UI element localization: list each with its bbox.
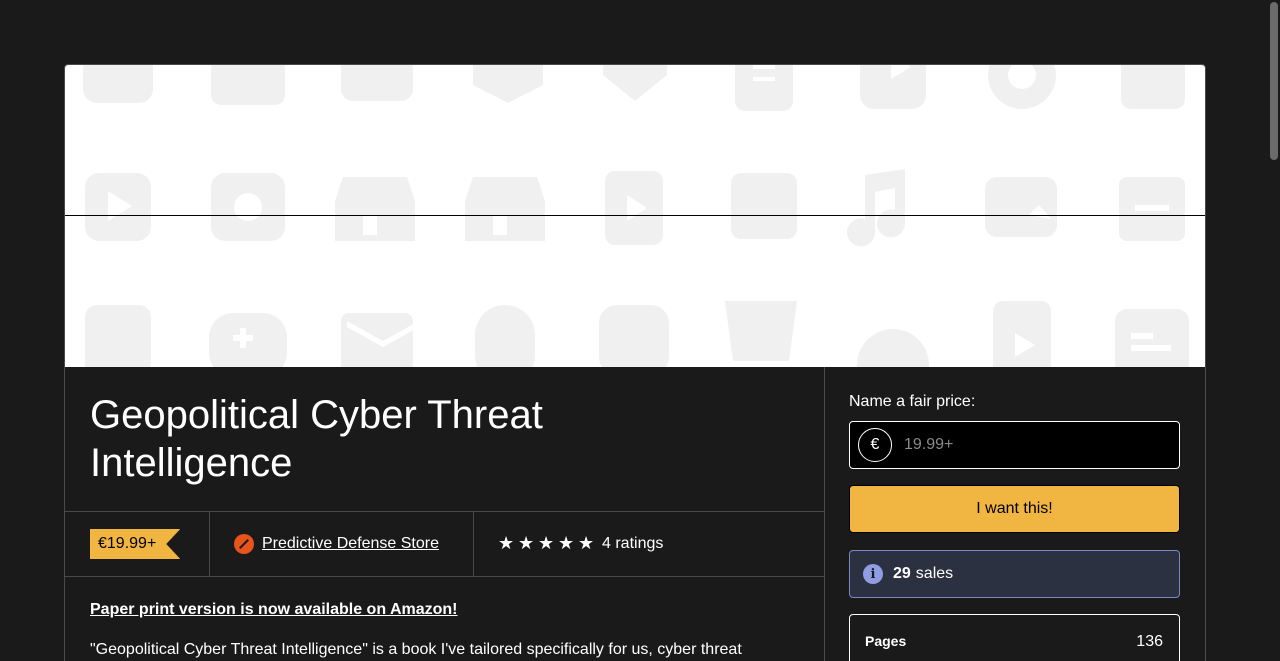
description-intro: "Geopolitical Cyber Threat Intelligence"… bbox=[90, 641, 742, 658]
price-input-wrapper: € bbox=[849, 421, 1180, 469]
amazon-print-link[interactable]: Paper print version is now available on … bbox=[90, 601, 458, 619]
info-icon: i bbox=[863, 564, 883, 584]
product-title-line-2: Intelligence bbox=[90, 441, 293, 485]
star-icon: ★ bbox=[578, 533, 595, 554]
ratings-count[interactable]: 4 ratings bbox=[602, 535, 663, 553]
cover-icon-pattern bbox=[83, 65, 1189, 367]
product-details-table: Pages 136 bbox=[849, 614, 1180, 661]
sales-label: sales bbox=[915, 565, 954, 582]
ratings-cell: ★ ★ ★ ★ ★ 4 ratings bbox=[474, 512, 824, 576]
star-icon: ★ bbox=[538, 533, 555, 554]
product-page: Geopolitical Cyber Threat Intelligence €… bbox=[0, 0, 1280, 661]
product-title-line-1: Geopolitical Cyber Threat bbox=[90, 393, 543, 437]
seller-link[interactable]: Predictive Defense Store bbox=[262, 535, 439, 553]
pages-value: 136 bbox=[1136, 633, 1163, 650]
seller-cell: Predictive Defense Store bbox=[210, 512, 474, 576]
star-icon: ★ bbox=[498, 533, 515, 554]
purchase-panel: Name a fair price: € I want this! i 29 s… bbox=[825, 367, 1205, 661]
cover-divider-line bbox=[65, 215, 1205, 216]
sales-info-box: i 29 sales bbox=[849, 550, 1180, 598]
product-cover-image bbox=[65, 65, 1205, 367]
page-scrollbar[interactable] bbox=[1268, 0, 1280, 661]
price-badge: €19.99+ bbox=[90, 529, 180, 559]
i-want-this-button[interactable]: I want this! bbox=[849, 485, 1180, 533]
rating-stars: ★ ★ ★ ★ ★ bbox=[498, 535, 596, 553]
pages-label: Pages bbox=[865, 633, 907, 649]
star-icon: ★ bbox=[518, 533, 535, 554]
product-title: Geopolitical Cyber Threat Intelligence bbox=[90, 391, 790, 487]
product-info: Geopolitical Cyber Threat Intelligence €… bbox=[65, 367, 825, 661]
seller-logo-icon bbox=[234, 534, 254, 554]
star-icon: ★ bbox=[558, 533, 575, 554]
sales-count: 29 bbox=[893, 565, 911, 582]
currency-symbol: € bbox=[858, 428, 892, 462]
fair-price-label: Name a fair price: bbox=[849, 393, 976, 410]
product-meta-row: €19.99+ Predictive Defense Store ★ ★ ★ ★… bbox=[65, 511, 824, 577]
price-cell: €19.99+ bbox=[65, 512, 210, 576]
price-input[interactable] bbox=[902, 435, 1166, 455]
product-card: Geopolitical Cyber Threat Intelligence €… bbox=[64, 64, 1206, 661]
scrollbar-thumb[interactable] bbox=[1270, 2, 1278, 160]
